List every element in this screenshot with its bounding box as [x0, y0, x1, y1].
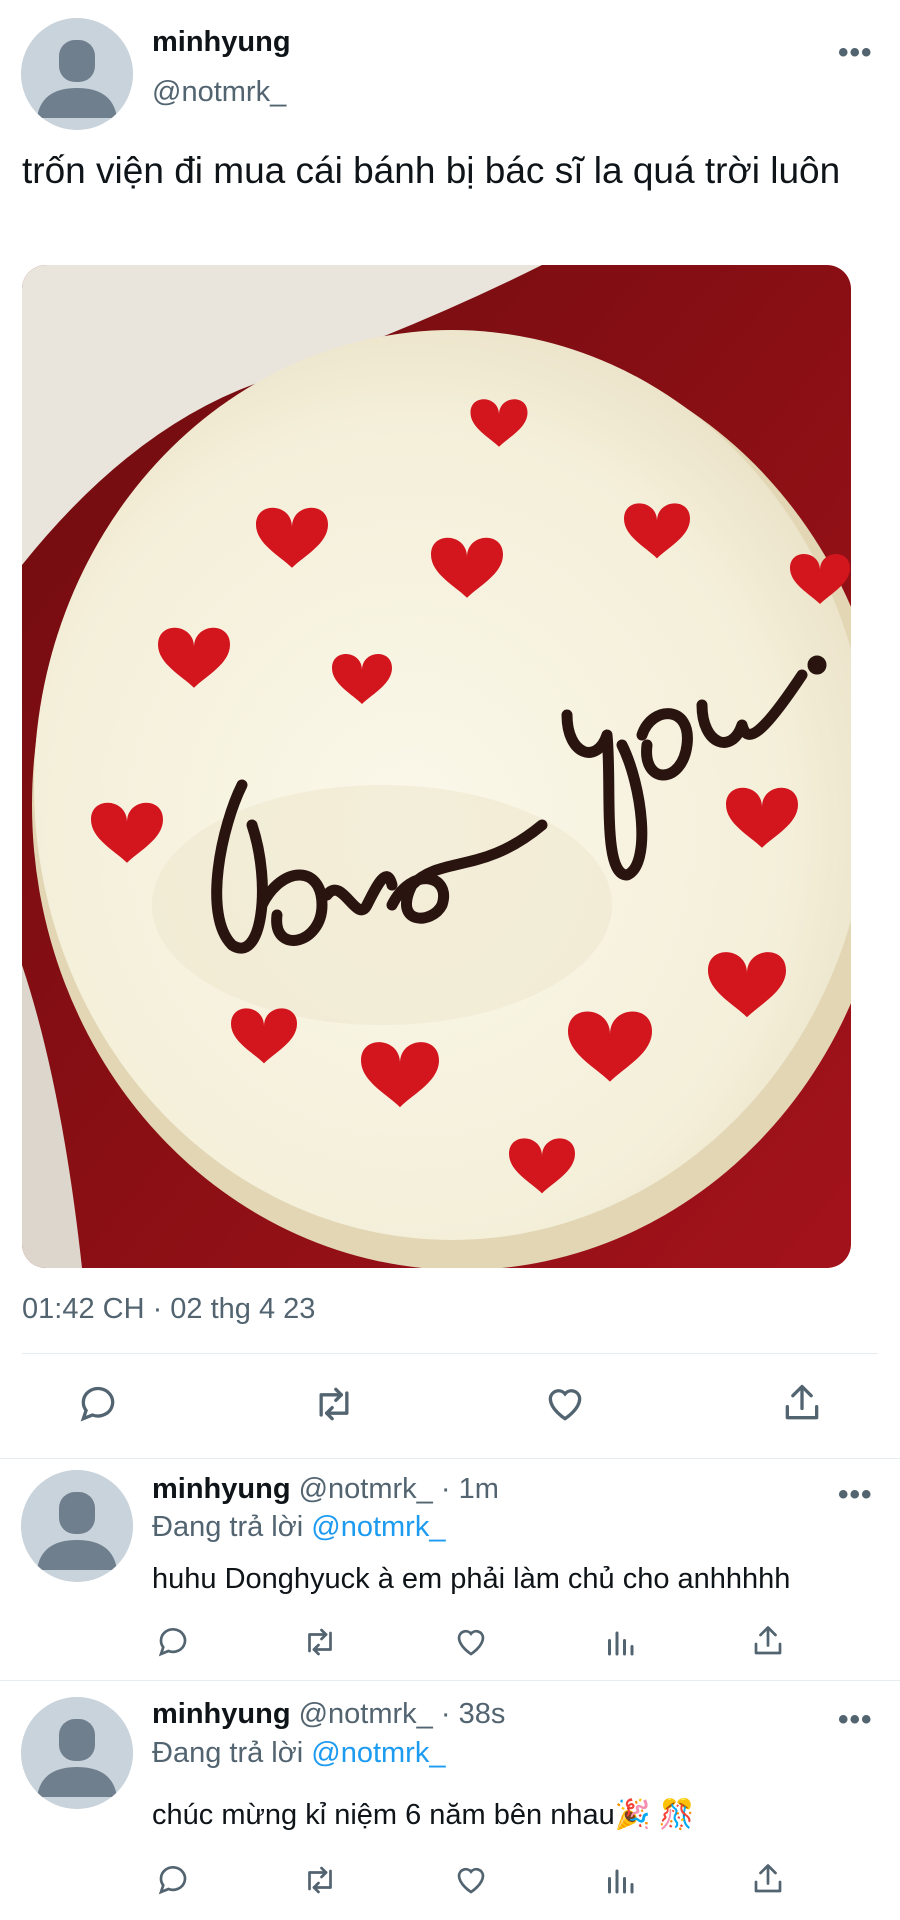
more-icon[interactable]: ••• [838, 1703, 873, 1737]
user-handle[interactable]: @notmrk_ [299, 1698, 433, 1730]
replying-prefix: Đang trả lời [152, 1511, 304, 1543]
display-name[interactable]: minhyung [152, 1698, 291, 1730]
reply-text-line: chúc mừng kỉ niệm 6 năm bên nhau🎉 🎊 [152, 1798, 695, 1832]
avatar-placeholder-icon [21, 1697, 133, 1809]
like-icon[interactable] [543, 1382, 587, 1426]
reply-icon[interactable] [76, 1382, 120, 1426]
avatar[interactable] [21, 1697, 133, 1809]
avatar[interactable] [21, 18, 133, 130]
post-age[interactable]: · 38s [441, 1698, 505, 1730]
retweet-icon[interactable] [300, 1624, 340, 1660]
more-icon[interactable]: ••• [838, 36, 873, 70]
retweet-icon[interactable] [300, 1862, 340, 1898]
cake-photo-image [22, 265, 851, 1268]
divider [0, 1458, 900, 1459]
views-icon[interactable] [602, 1862, 638, 1898]
avatar[interactable] [21, 1470, 133, 1582]
display-name[interactable]: minhyung [152, 1473, 291, 1505]
replying-to: Đang trả lời @notmrk_ [152, 1511, 445, 1544]
reply-header: minhyung @notmrk_ · 38s [152, 1698, 505, 1731]
user-handle[interactable]: @notmrk_ [152, 76, 286, 109]
views-icon[interactable] [602, 1624, 638, 1660]
reply-text: chúc mừng kỉ niệm 6 năm bên nhau [152, 1799, 615, 1831]
tweet-timestamp[interactable]: 01:42 CH · 02 thg 4 23 [22, 1293, 315, 1326]
replying-to-link[interactable]: @notmrk_ [311, 1511, 445, 1543]
replying-to: Đang trả lời @notmrk_ [152, 1737, 445, 1770]
like-icon[interactable] [453, 1862, 489, 1898]
share-icon[interactable] [750, 1622, 786, 1660]
display-name[interactable]: minhyung [152, 26, 291, 59]
post-age[interactable]: · 1m [441, 1473, 499, 1505]
reply-header: minhyung @notmrk_ · 1m [152, 1473, 499, 1506]
share-icon[interactable] [750, 1860, 786, 1898]
reply-text: huhu Donghyuck à em phải làm chủ cho anh… [152, 1563, 791, 1595]
replying-prefix: Đang trả lời [152, 1737, 304, 1769]
user-handle[interactable]: @notmrk_ [299, 1473, 433, 1505]
replying-to-link[interactable]: @notmrk_ [311, 1737, 445, 1769]
tweet-photo[interactable] [22, 265, 851, 1268]
divider [0, 1680, 900, 1681]
more-icon[interactable]: ••• [838, 1478, 873, 1512]
tweet-text: trốn viện đi mua cái bánh bị bác sĩ la q… [22, 150, 841, 191]
retweet-icon[interactable] [310, 1382, 358, 1426]
avatar-placeholder-icon [21, 1470, 133, 1582]
confetti-ball-emoji: 🎊 [658, 1799, 696, 1831]
like-icon[interactable] [453, 1624, 489, 1660]
divider [22, 1353, 878, 1354]
party-popper-emoji: 🎉 [614, 1799, 651, 1831]
reply-icon[interactable] [155, 1624, 191, 1660]
share-icon[interactable] [780, 1380, 824, 1426]
reply-icon[interactable] [155, 1862, 191, 1898]
avatar-placeholder-icon [21, 18, 133, 130]
